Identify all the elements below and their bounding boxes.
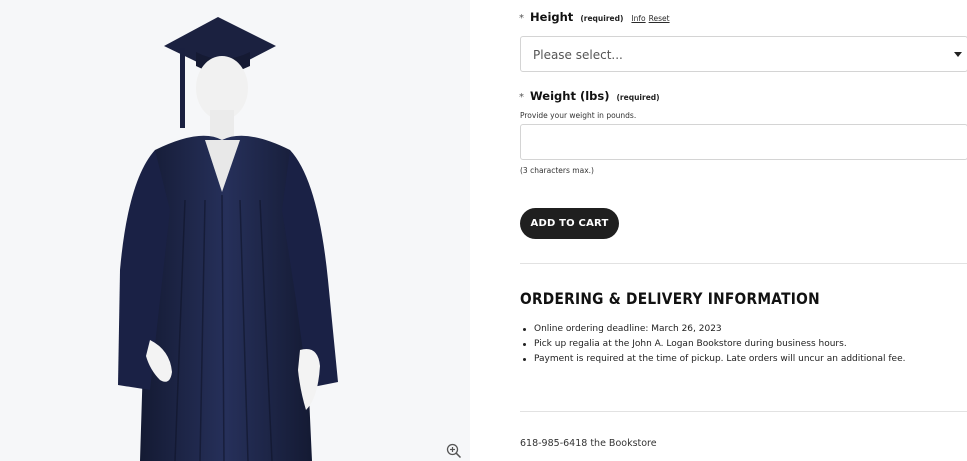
- divider: [520, 411, 967, 412]
- tassel: [180, 48, 185, 128]
- height-label: * Height (required) Info Reset: [519, 10, 670, 24]
- add-to-cart-button[interactable]: ADD TO CART: [520, 208, 619, 239]
- height-info-link[interactable]: Info: [631, 14, 645, 23]
- zoom-in-icon[interactable]: [446, 443, 462, 459]
- weight-label: * Weight (lbs) (required): [519, 89, 660, 103]
- weight-label-text: Weight (lbs): [530, 89, 610, 103]
- ordering-info-list: Online ordering deadline: March 26, 2023…: [520, 322, 905, 367]
- height-label-text: Height: [530, 10, 574, 24]
- height-select-value: Please select...: [533, 48, 623, 62]
- list-item: Pick up regalia at the John A. Logan Boo…: [520, 337, 905, 352]
- required-star: *: [519, 13, 524, 24]
- required-star: *: [519, 92, 524, 103]
- weight-input[interactable]: [520, 124, 967, 160]
- height-required-note: (required): [580, 14, 624, 23]
- weight-required-note: (required): [616, 93, 660, 102]
- list-item: Payment is required at the time of picku…: [520, 352, 905, 367]
- product-options-form: * Height (required) Info Reset Please sel…: [519, 0, 967, 461]
- weight-help-text: Provide your weight in pounds.: [520, 111, 637, 120]
- divider: [520, 263, 967, 264]
- chevron-down-icon: [954, 52, 962, 57]
- graduation-gown-illustration: [118, 17, 338, 461]
- height-reset-link[interactable]: Reset: [649, 14, 670, 23]
- height-select[interactable]: Please select...: [520, 36, 967, 72]
- weight-max-note: (3 characters max.): [520, 166, 594, 175]
- product-image[interactable]: [0, 0, 470, 461]
- bookstore-phone: 618-985-6418 the Bookstore: [520, 438, 657, 449]
- list-item: Online ordering deadline: March 26, 2023: [520, 322, 905, 337]
- ordering-section-title: ORDERING & DELIVERY INFORMATION: [520, 289, 820, 308]
